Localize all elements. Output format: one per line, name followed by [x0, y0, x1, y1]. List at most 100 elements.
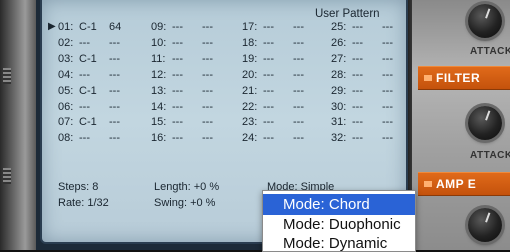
step-velocity[interactable]: ---	[293, 53, 304, 65]
step-velocity[interactable]: ---	[382, 116, 393, 128]
steps-value[interactable]: Steps: 8	[58, 181, 98, 193]
filter-attack-knob-icon[interactable]	[468, 106, 502, 140]
step-velocity[interactable]: ---	[382, 53, 393, 65]
step-velocity[interactable]: ---	[293, 85, 304, 97]
step-note[interactable]: C-1	[79, 85, 97, 97]
step-velocity[interactable]: ---	[382, 85, 393, 97]
step-note[interactable]: C-1	[79, 53, 97, 65]
step-number: 03:	[58, 52, 74, 65]
step-velocity[interactable]: ---	[382, 101, 393, 113]
step-velocity[interactable]: ---	[293, 116, 304, 128]
mode-dropdown-menu[interactable]: Mode: Chord Mode: Duophonic Mode: Dynamic	[262, 190, 416, 252]
led-icon	[424, 181, 432, 187]
step-number: 26:	[331, 36, 347, 49]
rate-value[interactable]: Rate: 1/32	[58, 197, 109, 209]
pattern-title: User Pattern	[315, 8, 380, 20]
step-note[interactable]: ---	[352, 85, 363, 97]
step-number: 04:	[58, 68, 74, 81]
step-note[interactable]: ---	[172, 21, 183, 33]
step-velocity[interactable]: ---	[202, 101, 213, 113]
step-velocity[interactable]: ---	[202, 69, 213, 81]
step-note[interactable]: ---	[172, 85, 183, 97]
step-note[interactable]: ---	[263, 132, 274, 144]
step-note[interactable]: ---	[352, 132, 363, 144]
bezel-screw	[3, 68, 11, 84]
step-velocity[interactable]: ---	[202, 53, 213, 65]
attack-knob-icon[interactable]	[468, 4, 502, 38]
step-note[interactable]: ---	[263, 37, 274, 49]
step-velocity[interactable]: ---	[382, 37, 393, 49]
step-number: 31:	[331, 116, 347, 129]
step-number: 24:	[242, 132, 258, 145]
step-note[interactable]: ---	[172, 53, 183, 65]
step-velocity[interactable]: ---	[109, 132, 120, 144]
step-velocity[interactable]: ---	[382, 69, 393, 81]
step-note[interactable]: C-1	[79, 116, 97, 128]
step-velocity[interactable]: ---	[202, 116, 213, 128]
step-velocity[interactable]: ---	[202, 21, 213, 33]
step-note[interactable]: ---	[263, 53, 274, 65]
step-note[interactable]: C-1	[79, 21, 97, 33]
step-number: 30:	[331, 100, 347, 113]
step-velocity[interactable]: ---	[293, 69, 304, 81]
step-velocity[interactable]: ---	[293, 132, 304, 144]
step-velocity[interactable]: ---	[109, 116, 120, 128]
swing-value[interactable]: Swing: +0 %	[154, 197, 215, 209]
step-note[interactable]: ---	[79, 101, 90, 113]
step-note[interactable]: ---	[263, 85, 274, 97]
step-note[interactable]: ---	[352, 101, 363, 113]
step-note[interactable]: ---	[263, 69, 274, 81]
step-note[interactable]: ---	[172, 37, 183, 49]
attack-label: ATTACK	[470, 150, 510, 161]
step-note[interactable]: ---	[172, 101, 183, 113]
step-number: 12:	[151, 68, 167, 81]
step-velocity[interactable]: ---	[293, 37, 304, 49]
mode-option[interactable]: Mode: Duophonic	[263, 214, 415, 235]
filter-label: FILTER	[436, 71, 481, 85]
step-note[interactable]: ---	[263, 116, 274, 128]
step-note[interactable]: ---	[263, 101, 274, 113]
step-velocity[interactable]: ---	[293, 101, 304, 113]
step-number: 16:	[151, 132, 167, 145]
step-number: 21:	[242, 84, 258, 97]
step-note[interactable]: ---	[79, 69, 90, 81]
step-velocity[interactable]: ---	[109, 101, 120, 113]
step-note[interactable]: ---	[352, 53, 363, 65]
amp-knob-icon[interactable]	[468, 208, 502, 242]
step-number: 20:	[242, 68, 258, 81]
left-bezel	[0, 0, 36, 250]
step-velocity[interactable]: ---	[293, 21, 304, 33]
length-value[interactable]: Length: +0 %	[154, 181, 219, 193]
step-velocity[interactable]: ---	[202, 85, 213, 97]
amp-env-section-header[interactable]: AMP E	[418, 172, 510, 196]
step-number: 06:	[58, 100, 74, 113]
step-note[interactable]: ---	[352, 37, 363, 49]
step-number: 07:	[58, 116, 74, 129]
step-note[interactable]: ---	[352, 21, 363, 33]
step-number: 29:	[331, 84, 347, 97]
step-velocity[interactable]: ---	[382, 132, 393, 144]
step-note[interactable]: ---	[172, 132, 183, 144]
step-note[interactable]: ---	[352, 116, 363, 128]
step-note[interactable]: ---	[79, 37, 90, 49]
step-note[interactable]: ---	[263, 21, 274, 33]
step-velocity[interactable]: ---	[202, 37, 213, 49]
mode-option[interactable]: Mode: Chord	[263, 194, 415, 215]
step-note[interactable]: ---	[79, 132, 90, 144]
step-note[interactable]: ---	[172, 116, 183, 128]
step-velocity[interactable]: 64	[109, 21, 121, 33]
step-velocity[interactable]: ---	[202, 132, 213, 144]
step-note[interactable]: ---	[172, 69, 183, 81]
step-note[interactable]: ---	[352, 69, 363, 81]
filter-section-header[interactable]: FILTER	[418, 66, 510, 90]
step-number: 09:	[151, 21, 167, 33]
led-icon	[424, 75, 432, 81]
step-number: 11:	[151, 52, 166, 65]
step-velocity[interactable]: ---	[109, 69, 120, 81]
step-velocity[interactable]: ---	[109, 85, 120, 97]
mode-option[interactable]: Mode: Dynamic	[263, 233, 415, 251]
step-velocity[interactable]: ---	[109, 53, 120, 65]
step-velocity[interactable]: ---	[382, 21, 393, 33]
step-velocity[interactable]: ---	[109, 37, 120, 49]
step-number: 14:	[151, 100, 167, 113]
